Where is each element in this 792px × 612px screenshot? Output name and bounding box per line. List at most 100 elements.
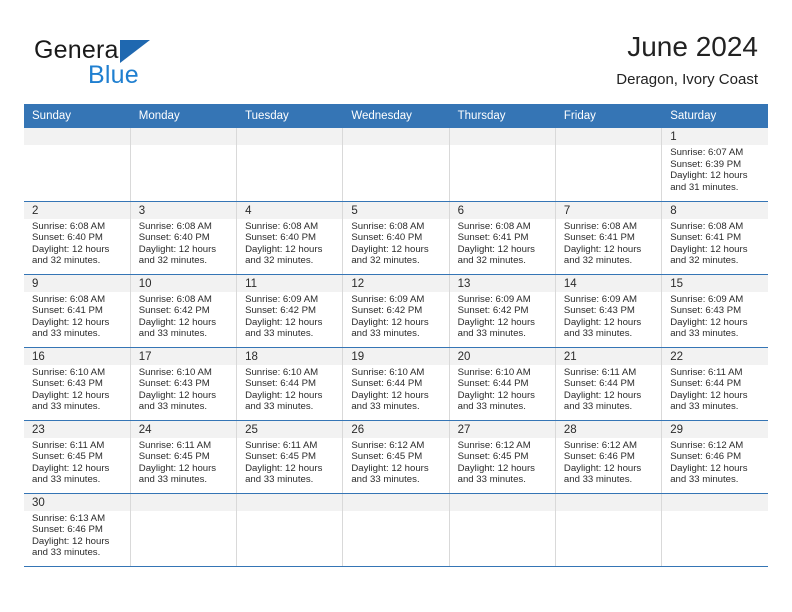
sunrise-text: Sunrise: 6:10 AM — [138, 366, 212, 378]
sunrise-text: Sunrise: 6:08 AM — [138, 293, 212, 305]
day-number: 4 — [237, 201, 343, 219]
calendar-day-cell[interactable]: 16 Sunrise: 6:10 AM Sunset: 6:43 PM Dayligh… — [24, 347, 131, 421]
calendar-day-cell[interactable]: 19 Sunrise: 6:10 AM Sunset: 6:44 PM Dayligh… — [342, 347, 450, 421]
daylight-text: Daylight: 12 hours and 32 minutes. — [32, 243, 110, 267]
day-sun-info: Sunrise: 6:08 AM Sunset: 6:40 PM Daylight:… — [237, 219, 342, 267]
sunset-text: Sunset: 6:40 PM — [245, 232, 316, 244]
page-title: June 2024 — [627, 31, 758, 62]
calendar-day-cell[interactable]: 28 Sunrise: 6:12 AM Sunset: 6:46 PM Dayligh… — [555, 420, 663, 494]
day-number: 27 — [449, 420, 555, 438]
weekday-header-wednesday: Wednesday — [342, 104, 450, 128]
sunset-text: Sunset: 6:43 PM — [32, 378, 103, 390]
day-sun-info: Sunrise: 6:10 AM Sunset: 6:44 PM Daylight:… — [237, 365, 342, 413]
day-sun-info: Sunrise: 6:12 AM Sunset: 6:45 PM Daylight:… — [450, 438, 555, 486]
sunset-text: Sunset: 6:45 PM — [245, 451, 316, 463]
sunset-text: Sunset: 6:40 PM — [138, 232, 210, 244]
day-number: 16 — [24, 347, 130, 365]
calendar-page: General Blue June 2024 Deragon, Ivory Co… — [0, 0, 792, 612]
daylight-text: Daylight: 12 hours and 33 minutes. — [563, 389, 642, 413]
daylight-text: Daylight: 12 hours and 33 minutes. — [138, 462, 217, 486]
day-number: 24 — [130, 420, 237, 438]
calendar-day-cell[interactable]: 2 Sunrise: 6:08 AM Sunset: 6:40 PM Daylight… — [24, 201, 131, 275]
sunrise-text: Sunrise: 6:11 AM — [563, 366, 637, 378]
calendar-day-cell[interactable]: 18 Sunrise: 6:10 AM Sunset: 6:44 PM Dayligh… — [236, 347, 344, 421]
calendar-day-cell[interactable]: 27 Sunrise: 6:12 AM Sunset: 6:45 PM Dayligh… — [449, 420, 556, 494]
calendar-day-cell[interactable]: 17 Sunrise: 6:10 AM Sunset: 6:43 PM Dayligh… — [130, 347, 238, 421]
day-number: 17 — [130, 347, 237, 365]
day-number: 15 — [662, 274, 768, 292]
calendar-head: Sunday Monday Tuesday Wednesday Thursday… — [24, 104, 768, 128]
day-number: 30 — [24, 493, 130, 511]
day-number: 7 — [555, 201, 662, 219]
calendar-day-cell[interactable]: 1 Sunrise: 6:07 AM Sunset: 6:39 PM Daylight… — [661, 128, 768, 202]
calendar-day-cell[interactable]: 10 Sunrise: 6:08 AM Sunset: 6:42 PM Dayligh… — [130, 274, 238, 348]
day-number — [662, 493, 768, 511]
calendar-body: 1 Sunrise: 6:07 AM Sunset: 6:39 PM Daylight… — [24, 128, 768, 567]
calendar-day-cell[interactable]: 6 Sunrise: 6:08 AM Sunset: 6:41 PM Daylight… — [449, 201, 556, 275]
calendar-day-cell[interactable]: 25 Sunrise: 6:11 AM Sunset: 6:45 PM Dayligh… — [236, 420, 344, 494]
calendar-day-cell[interactable]: 29 Sunrise: 6:12 AM Sunset: 6:46 PM Dayligh… — [661, 420, 768, 494]
calendar-week-row: 1 Sunrise: 6:07 AM Sunset: 6:39 PM Daylight… — [24, 128, 768, 202]
daylight-text: Daylight: 12 hours and 33 minutes. — [351, 462, 429, 486]
sunrise-text: Sunrise: 6:09 AM — [245, 293, 319, 305]
day-sun-info: Sunrise: 6:12 AM Sunset: 6:46 PM Daylight:… — [556, 438, 661, 486]
daylight-text: Daylight: 12 hours and 32 minutes. — [670, 243, 748, 267]
day-sun-info: Sunrise: 6:09 AM Sunset: 6:42 PM Daylight:… — [343, 292, 448, 340]
day-sun-info: Sunrise: 6:10 AM Sunset: 6:43 PM Daylight:… — [24, 365, 130, 413]
day-sun-info: Sunrise: 6:11 AM Sunset: 6:45 PM Daylight:… — [24, 438, 130, 486]
calendar-day-cell[interactable]: 14 Sunrise: 6:09 AM Sunset: 6:43 PM Dayligh… — [555, 274, 663, 348]
day-number: 18 — [237, 347, 343, 365]
calendar-day-cell[interactable]: 9 Sunrise: 6:08 AM Sunset: 6:41 PM Daylight… — [24, 274, 131, 348]
day-number: 10 — [130, 274, 237, 292]
day-number: 12 — [343, 274, 449, 292]
day-number: 14 — [555, 274, 662, 292]
calendar-week-row: 23 Sunrise: 6:11 AM Sunset: 6:45 PM Dayligh… — [24, 420, 768, 494]
day-sun-info: Sunrise: 6:09 AM Sunset: 6:42 PM Daylight:… — [237, 292, 342, 340]
calendar-day-cell-empty — [342, 128, 450, 202]
calendar-day-cell[interactable]: 24 Sunrise: 6:11 AM Sunset: 6:45 PM Dayligh… — [130, 420, 238, 494]
sunrise-text: Sunrise: 6:08 AM — [32, 220, 106, 232]
calendar-day-cell[interactable]: 23 Sunrise: 6:11 AM Sunset: 6:45 PM Dayligh… — [24, 420, 131, 494]
daylight-text: Daylight: 12 hours and 32 minutes. — [457, 243, 535, 267]
sunrise-text: Sunrise: 6:07 AM — [670, 147, 744, 158]
sunrise-text: Sunrise: 6:12 AM — [351, 439, 425, 451]
day-number: 13 — [449, 274, 555, 292]
calendar-day-cell[interactable]: 5 Sunrise: 6:08 AM Sunset: 6:40 PM Daylight… — [342, 201, 450, 275]
daylight-text: Daylight: 12 hours and 33 minutes. — [245, 316, 323, 340]
sunset-text: Sunset: 6:43 PM — [138, 378, 210, 390]
day-sun-info: Sunrise: 6:12 AM Sunset: 6:45 PM Daylight:… — [343, 438, 448, 486]
day-sun-info: Sunrise: 6:08 AM Sunset: 6:40 PM Daylight:… — [343, 219, 448, 267]
day-number: 25 — [237, 420, 343, 438]
daylight-text: Daylight: 12 hours and 33 minutes. — [563, 462, 642, 486]
day-number: 8 — [662, 201, 768, 219]
calendar-day-cell[interactable]: 15 Sunrise: 6:09 AM Sunset: 6:43 PM Dayligh… — [661, 274, 768, 348]
calendar-week-row: 2 Sunrise: 6:08 AM Sunset: 6:40 PM Daylight… — [24, 201, 768, 275]
calendar-day-cell[interactable]: 26 Sunrise: 6:12 AM Sunset: 6:45 PM Dayligh… — [342, 420, 450, 494]
calendar-day-cell[interactable]: 4 Sunrise: 6:08 AM Sunset: 6:40 PM Daylight… — [236, 201, 344, 275]
calendar-day-cell[interactable]: 30 Sunrise: 6:13 AM Sunset: 6:46 PM Dayligh… — [24, 493, 131, 567]
general-blue-logo[interactable]: General Blue — [34, 36, 254, 92]
day-sun-info: Sunrise: 6:11 AM Sunset: 6:45 PM Daylight:… — [237, 438, 342, 486]
calendar-day-cell[interactable]: 20 Sunrise: 6:10 AM Sunset: 6:44 PM Dayligh… — [449, 347, 556, 421]
weekday-header-sunday: Sunday — [24, 104, 131, 128]
calendar-day-cell[interactable]: 8 Sunrise: 6:08 AM Sunset: 6:41 PM Daylight… — [661, 201, 768, 275]
day-number: 21 — [555, 347, 662, 365]
calendar-day-cell[interactable]: 12 Sunrise: 6:09 AM Sunset: 6:42 PM Dayligh… — [342, 274, 450, 348]
calendar-day-cell[interactable]: 22 Sunrise: 6:11 AM Sunset: 6:44 PM Dayligh… — [661, 347, 768, 421]
calendar-day-cell[interactable]: 3 Sunrise: 6:08 AM Sunset: 6:40 PM Daylight… — [130, 201, 238, 275]
sunset-text: Sunset: 6:44 PM — [245, 378, 316, 390]
sunrise-text: Sunrise: 6:08 AM — [457, 220, 531, 232]
day-number — [449, 128, 555, 145]
day-sun-info: Sunrise: 6:08 AM Sunset: 6:41 PM Daylight:… — [450, 219, 555, 267]
day-number: 3 — [130, 201, 237, 219]
calendar-day-cell[interactable]: 21 Sunrise: 6:11 AM Sunset: 6:44 PM Dayligh… — [555, 347, 663, 421]
daylight-text: Daylight: 12 hours and 32 minutes. — [138, 243, 217, 267]
calendar-day-cell[interactable]: 11 Sunrise: 6:09 AM Sunset: 6:42 PM Dayligh… — [236, 274, 344, 348]
daylight-text: Daylight: 12 hours and 33 minutes. — [245, 389, 323, 413]
calendar-day-cell-empty — [236, 128, 344, 202]
day-number — [555, 128, 662, 145]
calendar-day-cell[interactable]: 13 Sunrise: 6:09 AM Sunset: 6:42 PM Dayligh… — [449, 274, 556, 348]
calendar-day-cell-empty — [449, 128, 556, 202]
calendar-day-cell[interactable]: 7 Sunrise: 6:08 AM Sunset: 6:41 PM Daylight… — [555, 201, 663, 275]
daylight-text: Daylight: 12 hours and 33 minutes. — [138, 389, 217, 413]
